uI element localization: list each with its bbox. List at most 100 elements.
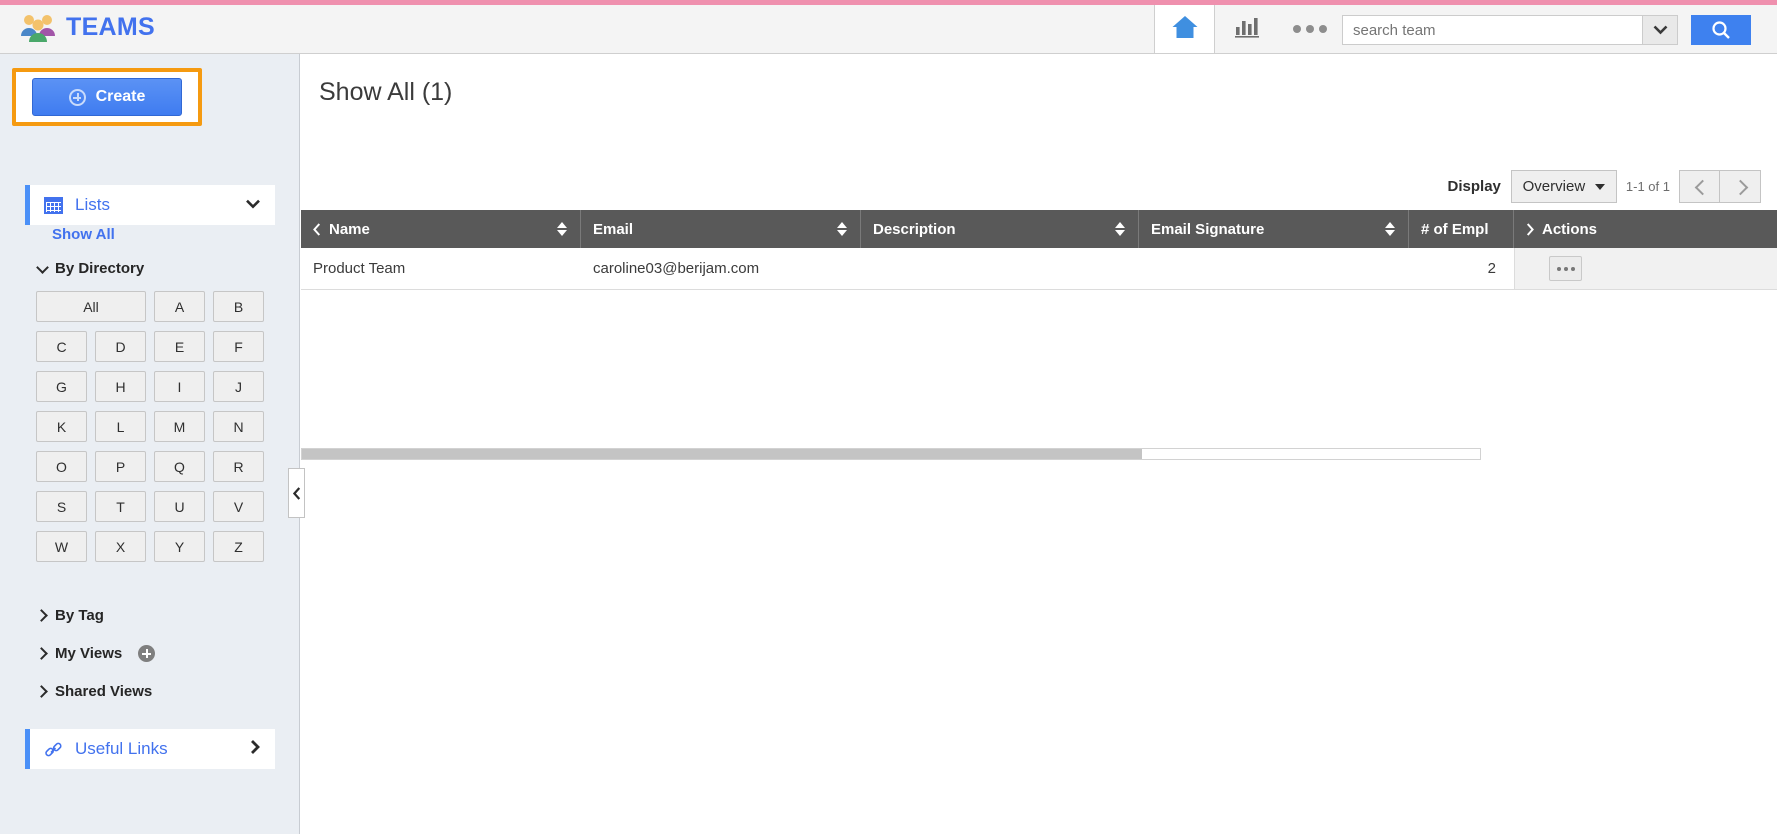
table-row[interactable]: Product Team caroline03@berijam.com 2 (301, 248, 1777, 290)
directory-letter-r[interactable]: R (213, 451, 264, 482)
directory-letter-c[interactable]: C (36, 331, 87, 362)
column-header-actions[interactable]: Actions (1514, 210, 1777, 248)
pagination-next-button[interactable] (1720, 170, 1761, 203)
chevron-left-icon (313, 222, 321, 236)
directory-letter-v[interactable]: V (213, 491, 264, 522)
directory-letter-f[interactable]: F (213, 331, 264, 362)
search-button[interactable] (1691, 15, 1751, 45)
sidebar-section-by-tag[interactable]: By Tag (36, 607, 104, 624)
sidebar-show-all-link[interactable]: Show All (52, 226, 115, 243)
more-menu-button[interactable] (1282, 5, 1337, 53)
home-button[interactable] (1154, 5, 1215, 53)
teams-table: Name Email Description Email Signature #… (301, 210, 1777, 460)
display-mode-value: Overview (1522, 178, 1586, 195)
directory-letter-u[interactable]: U (154, 491, 205, 522)
ellipsis-dot-icon (1556, 266, 1561, 271)
directory-letter-q[interactable]: Q (154, 451, 205, 482)
search-area (1342, 15, 1751, 45)
column-header-name[interactable]: Name (301, 210, 581, 248)
directory-letter-n[interactable]: N (213, 411, 264, 442)
caret-down-icon (1595, 183, 1606, 190)
search-input[interactable] (1342, 15, 1642, 45)
column-header-email-label: Email (593, 220, 634, 238)
sidebar-item-lists-label: Lists (75, 195, 110, 214)
directory-letter-i[interactable]: I (154, 371, 205, 402)
sidebar-item-lists[interactable]: Lists (25, 185, 275, 225)
chevron-right-icon (1735, 181, 1746, 192)
directory-letter-z[interactable]: Z (213, 531, 264, 562)
ellipsis-dot-icon (1570, 266, 1575, 271)
directory-letter-m[interactable]: M (154, 411, 205, 442)
table-horizontal-scrollbar-thumb[interactable] (302, 449, 1142, 459)
cell-email: caroline03@berijam.com (593, 260, 760, 277)
sidebar-section-by-directory[interactable]: By Directory (36, 260, 144, 277)
search-scope-dropdown[interactable] (1642, 15, 1678, 45)
row-actions-button[interactable] (1549, 256, 1582, 281)
directory-letter-d[interactable]: D (95, 331, 146, 362)
pagination-prev-button[interactable] (1679, 170, 1720, 203)
column-header-description[interactable]: Description (861, 210, 1139, 248)
column-header-name-label: Name (329, 220, 370, 238)
sidebar: Create Lists Show All By Directory All A… (0, 54, 300, 834)
directory-letter-s[interactable]: S (36, 491, 87, 522)
directory-alphabet-grid: All A B C D E F G H I J K L M N O P Q R … (36, 291, 264, 562)
directory-letter-a[interactable]: A (154, 291, 205, 322)
sidebar-item-useful-links[interactable]: Useful Links (25, 729, 275, 769)
more-dots-icon (1305, 25, 1314, 33)
chevron-right-icon (36, 609, 49, 622)
directory-letter-y[interactable]: Y (154, 531, 205, 562)
pagination-count: 1-1 of 1 (1625, 179, 1670, 194)
app-header: TEAMS (0, 5, 1777, 54)
create-button[interactable]: Create (32, 78, 182, 116)
more-dots-icon (1292, 25, 1301, 33)
sidebar-collapse-handle[interactable] (288, 468, 305, 518)
home-icon (1171, 14, 1199, 45)
column-header-description-label: Description (873, 220, 956, 238)
directory-letter-l[interactable]: L (95, 411, 146, 442)
search-icon (1712, 21, 1730, 39)
chevron-down-icon (36, 262, 49, 275)
directory-letter-j[interactable]: J (213, 371, 264, 402)
directory-letter-g[interactable]: G (36, 371, 87, 402)
directory-letter-h[interactable]: H (95, 371, 146, 402)
chevron-left-icon (292, 486, 300, 500)
directory-letter-p[interactable]: P (95, 451, 146, 482)
grid-icon (44, 196, 63, 214)
directory-letter-x[interactable]: X (95, 531, 146, 562)
app-root: T EA M S search team Create Lists Show All … (0, 0, 1777, 834)
more-dots-icon (1318, 25, 1327, 33)
sort-toggle-icon[interactable] (837, 221, 848, 237)
cell-actions (1514, 248, 1777, 289)
sidebar-section-my-views[interactable]: My Views (36, 645, 156, 662)
directory-letter-b[interactable]: B (213, 291, 264, 322)
main-content: Show All (1) Display Overview 1-1 of 1 N… (301, 54, 1777, 834)
column-header-num-employees[interactable]: # of Empl (1409, 210, 1514, 248)
directory-letter-o[interactable]: O (36, 451, 87, 482)
column-header-email[interactable]: Email (581, 210, 861, 248)
column-header-email-signature[interactable]: Email Signature (1139, 210, 1409, 248)
add-view-button[interactable] (138, 645, 156, 662)
directory-letter-e[interactable]: E (154, 331, 205, 362)
directory-letter-w[interactable]: W (36, 531, 87, 562)
sort-toggle-icon[interactable] (1385, 221, 1396, 237)
chevron-down-icon (245, 196, 261, 214)
cell-email-signature (1139, 248, 1409, 289)
cell-description (861, 248, 1139, 289)
sidebar-section-my-views-label: My Views (55, 645, 123, 662)
directory-letter-t[interactable]: T (95, 491, 146, 522)
directory-letter-all[interactable]: All (36, 291, 146, 322)
column-header-actions-label: Actions (1542, 220, 1598, 238)
chevron-down-icon (1653, 25, 1667, 35)
chevron-right-icon (36, 685, 49, 698)
column-header-email-signature-label: Email Signature (1151, 220, 1265, 238)
sidebar-section-shared-views[interactable]: Shared Views (36, 683, 152, 700)
table-horizontal-scrollbar[interactable] (301, 448, 1481, 460)
sort-toggle-icon[interactable] (1115, 221, 1126, 237)
display-mode-select[interactable]: Overview (1510, 170, 1617, 203)
directory-letter-k[interactable]: K (36, 411, 87, 442)
reports-button[interactable] (1216, 5, 1277, 53)
ellipsis-dot-icon (1563, 266, 1568, 271)
sidebar-section-shared-views-label: Shared Views (55, 683, 153, 700)
table-header-row: Name Email Description Email Signature #… (301, 210, 1777, 248)
sort-toggle-icon[interactable] (557, 221, 568, 237)
